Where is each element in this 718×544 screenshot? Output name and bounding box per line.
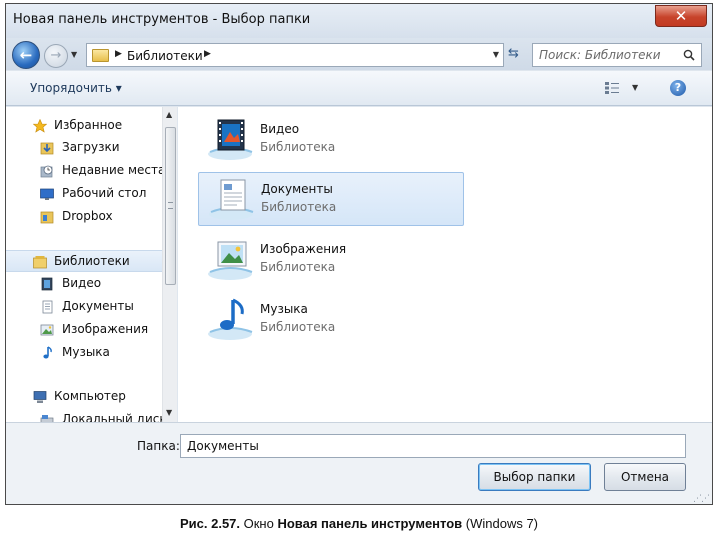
star-icon (33, 119, 47, 133)
sidebar-item-label: Избранное (54, 118, 123, 132)
figure-caption: Рис. 2.57. Окно Новая панель инструменто… (0, 516, 718, 531)
documents-library-icon (42, 300, 53, 314)
music-library-icon (208, 298, 253, 340)
library-item-pictures[interactable]: Изображения Библиотека (198, 233, 464, 287)
view-dropdown-icon[interactable]: ▼ (632, 83, 638, 92)
scroll-down-arrow-icon[interactable]: ▼ (166, 408, 172, 417)
select-folder-button[interactable]: Выбор папки (478, 463, 591, 491)
caption-text: Окно (240, 516, 278, 531)
breadcrumb-libraries[interactable]: Библиотеки (127, 49, 203, 63)
caption-window-name: Новая панель инструментов (277, 516, 463, 531)
title-bar[interactable]: Новая панель инструментов - Выбор папки … (6, 4, 712, 38)
sidebar-item-pictures[interactable]: Изображения (6, 319, 166, 341)
folder-picker-window: Новая панель инструментов - Выбор папки … (5, 3, 713, 505)
sidebar-item-label: Компьютер (54, 389, 126, 403)
sidebar-item-label: Музыка (62, 345, 110, 359)
view-options-icon[interactable] (604, 81, 620, 95)
desktop-icon (40, 188, 54, 200)
sidebar-item-label: Видео (62, 276, 102, 290)
sidebar-item-libraries[interactable]: Библиотеки (6, 250, 166, 272)
library-name: Музыка (260, 302, 308, 316)
address-bar: ← → ▼ ▶ Библиотеки ▶ ▼ ⇆ Поиск: Библиоте… (6, 38, 712, 70)
navigation-pane: Избранное Загрузки Недавние места Рабочи… (6, 107, 177, 422)
video-library-icon (41, 277, 53, 291)
sidebar-item-label: Загрузки (62, 140, 120, 154)
sidebar-item-downloads[interactable]: Загрузки (6, 137, 166, 159)
search-icon[interactable] (683, 49, 695, 61)
scroll-thumb[interactable] (165, 127, 176, 285)
sidebar-item-label: Локальный диск (62, 412, 167, 422)
folder-field-label: Папка: (137, 439, 180, 453)
figure-number: Рис. 2.57. (179, 516, 241, 531)
library-type: Библиотека (260, 140, 336, 154)
sidebar-item-video[interactable]: Видео (6, 273, 166, 295)
command-toolbar: Упорядочить ▾ ▼ ? (6, 71, 712, 106)
libraries-icon (33, 256, 47, 269)
organize-button[interactable]: Упорядочить ▾ (30, 81, 122, 95)
library-list: Видео Библиотека Документы Библиотека Из… (178, 107, 712, 422)
sidebar-item-local-disk[interactable]: Локальный диск (6, 409, 167, 422)
back-button[interactable]: ← (12, 41, 40, 69)
dropbox-folder-icon (40, 211, 54, 224)
sidebar-item-documents[interactable]: Документы (6, 296, 166, 318)
folder-icon (92, 49, 109, 62)
address-field[interactable]: ▶ Библиотеки ▶ ▼ (86, 43, 504, 67)
close-button[interactable]: ✕ (655, 5, 707, 27)
breadcrumb-arrow-icon[interactable]: ▶ (115, 49, 122, 59)
sidebar-item-label: Документы (62, 299, 134, 313)
sidebar-item-label: Dropbox (62, 209, 113, 223)
search-input[interactable]: Поиск: Библиотеки (532, 43, 702, 67)
sidebar-scrollbar[interactable]: ▲ ▼ (162, 107, 177, 422)
sidebar-item-label: Недавние места (62, 163, 166, 177)
library-type: Библиотека (260, 320, 336, 334)
help-icon[interactable]: ? (670, 80, 686, 96)
pictures-library-icon (208, 241, 253, 280)
window-title: Новая панель инструментов - Выбор папки (13, 12, 311, 27)
library-item-video[interactable]: Видео Библиотека (198, 113, 464, 167)
sidebar-item-label: Изображения (62, 322, 149, 336)
music-library-icon (43, 346, 52, 359)
downloads-folder-icon (40, 142, 54, 155)
library-name: Видео (260, 122, 300, 136)
sidebar-item-computer[interactable]: Компьютер (6, 386, 166, 408)
sidebar-item-recent-places[interactable]: Недавние места (6, 160, 166, 182)
refresh-icon[interactable]: ⇆ (508, 46, 519, 61)
computer-icon (33, 391, 47, 403)
video-library-icon (208, 119, 253, 160)
search-placeholder: Поиск: Библиотеки (539, 48, 661, 62)
dialog-footer: Папка: Выбор папки Отмена ⋰⋰ (6, 422, 712, 504)
caption-os: (Windows 7) (462, 516, 539, 531)
sidebar-item-music[interactable]: Музыка (6, 342, 166, 364)
library-type: Библиотека (260, 260, 336, 274)
sidebar-item-favorites[interactable]: Избранное (6, 115, 166, 137)
sidebar-item-label: Рабочий стол (62, 186, 147, 200)
folder-input[interactable] (180, 434, 686, 458)
address-dropdown-icon[interactable]: ▼ (493, 50, 499, 59)
library-type: Библиотека (261, 200, 337, 214)
sidebar-item-desktop[interactable]: Рабочий стол (6, 183, 166, 205)
sidebar-item-label: Библиотеки (54, 254, 130, 268)
scroll-grip (168, 202, 173, 209)
library-name: Документы (261, 182, 333, 196)
recent-places-icon (40, 165, 53, 178)
breadcrumb-arrow-icon[interactable]: ▶ (204, 49, 211, 59)
cancel-button[interactable]: Отмена (604, 463, 686, 491)
resize-grip-icon[interactable]: ⋰⋰ (693, 494, 710, 504)
library-item-music[interactable]: Музыка Библиотека (198, 293, 464, 347)
sidebar-item-dropbox[interactable]: Dropbox (6, 206, 166, 228)
library-name: Изображения (260, 242, 347, 256)
forward-button[interactable]: → (44, 44, 68, 68)
library-item-documents[interactable]: Документы Библиотека (198, 172, 464, 226)
documents-library-icon (209, 179, 254, 220)
pictures-library-icon (40, 324, 54, 336)
local-disk-icon (40, 415, 54, 422)
history-dropdown-icon[interactable]: ▼ (71, 50, 77, 59)
scroll-up-arrow-icon[interactable]: ▲ (166, 110, 172, 119)
